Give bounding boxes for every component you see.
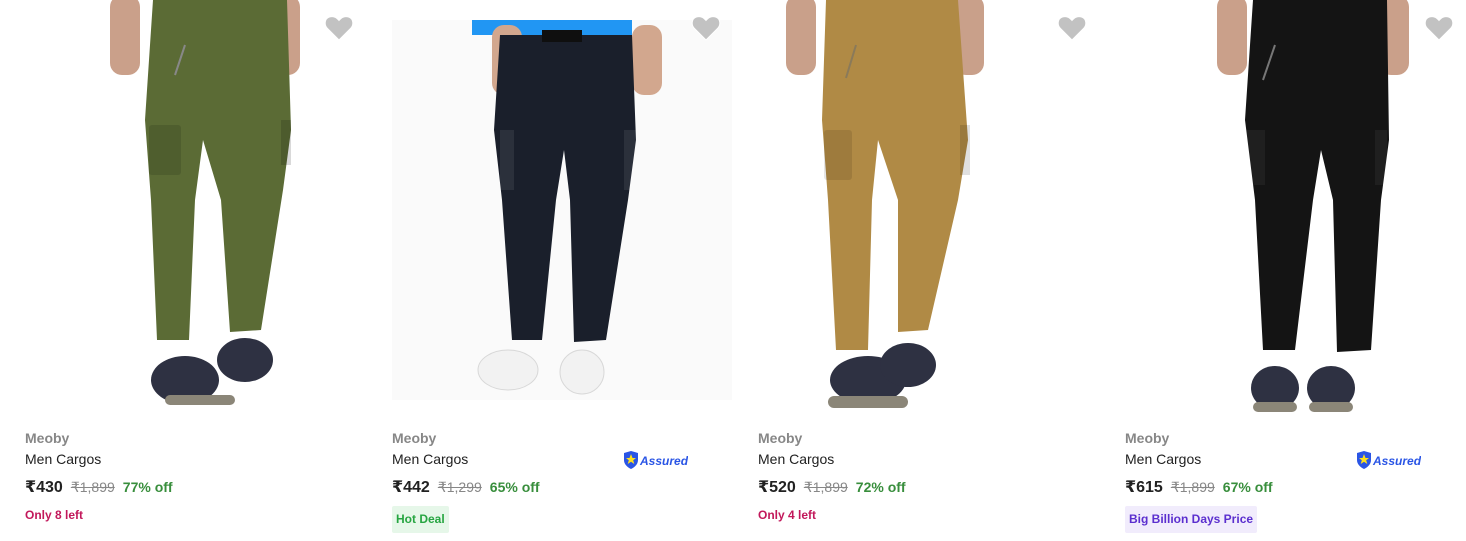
product-title[interactable]: Men Cargos [25, 451, 101, 467]
product-card[interactable]: Meoby Men Cargos Assured ₹442 ₹1,299 65%… [392, 0, 732, 541]
product-image[interactable] [1125, 0, 1465, 420]
original-price: ₹1,899 [70, 479, 115, 495]
selling-price: ₹442 [392, 479, 430, 496]
discount-percent: 77% off [122, 479, 173, 495]
product-brand: Meoby [758, 430, 803, 446]
heart-icon[interactable] [323, 12, 355, 44]
offer-badge: Big Billion Days Price [1125, 506, 1258, 533]
product-card[interactable]: Meoby Men Cargos Assured ₹615 ₹1,899 67%… [1125, 0, 1465, 541]
original-price: ₹1,899 [803, 479, 848, 495]
assured-label: Assured [639, 454, 688, 468]
product-card[interactable]: Meoby Men Cargos ₹520 ₹1,899 72% off Onl… [758, 0, 1098, 541]
product-grid: Meoby Men Cargos ₹430 ₹1,899 77% off Onl… [0, 0, 1466, 541]
khaki-cargo-pants-image [758, 0, 1098, 420]
product-brand: Meoby [392, 430, 437, 446]
product-brand: Meoby [1125, 430, 1170, 446]
discount-percent: 67% off [1222, 479, 1273, 495]
assured-badge-icon: Assured [1357, 451, 1421, 469]
offer-badge: Hot Deal [392, 506, 449, 533]
selling-price: ₹520 [758, 479, 796, 496]
original-price: ₹1,299 [437, 479, 482, 495]
black-cargo-pants-image [1125, 0, 1465, 420]
assured-label: Assured [1372, 454, 1421, 468]
heart-icon[interactable] [1423, 12, 1455, 44]
selling-price: ₹430 [25, 479, 63, 496]
price-row: ₹615 ₹1,899 67% off [1125, 477, 1273, 499]
olive-cargo-pants-image [25, 0, 365, 420]
product-title[interactable]: Men Cargos [1125, 451, 1201, 467]
price-row: ₹520 ₹1,899 72% off [758, 477, 906, 499]
original-price: ₹1,899 [1170, 479, 1215, 495]
heart-icon[interactable] [690, 12, 722, 44]
product-image[interactable] [392, 0, 732, 420]
product-title[interactable]: Men Cargos [392, 451, 468, 467]
stock-note: Only 4 left [758, 508, 817, 522]
product-title[interactable]: Men Cargos [758, 451, 834, 467]
selling-price: ₹615 [1125, 479, 1163, 496]
navy-cargo-pants-image [392, 20, 732, 400]
price-row: ₹430 ₹1,899 77% off [25, 477, 173, 499]
assured-badge-icon: Assured [624, 451, 688, 469]
discount-percent: 65% off [489, 479, 540, 495]
product-card[interactable]: Meoby Men Cargos ₹430 ₹1,899 77% off Onl… [25, 0, 365, 541]
discount-percent: 72% off [855, 479, 906, 495]
product-brand: Meoby [25, 430, 70, 446]
stock-note: Only 8 left [25, 508, 84, 522]
product-image[interactable] [25, 0, 365, 420]
price-row: ₹442 ₹1,299 65% off [392, 477, 540, 499]
heart-icon[interactable] [1056, 12, 1088, 44]
product-image[interactable] [758, 0, 1098, 420]
